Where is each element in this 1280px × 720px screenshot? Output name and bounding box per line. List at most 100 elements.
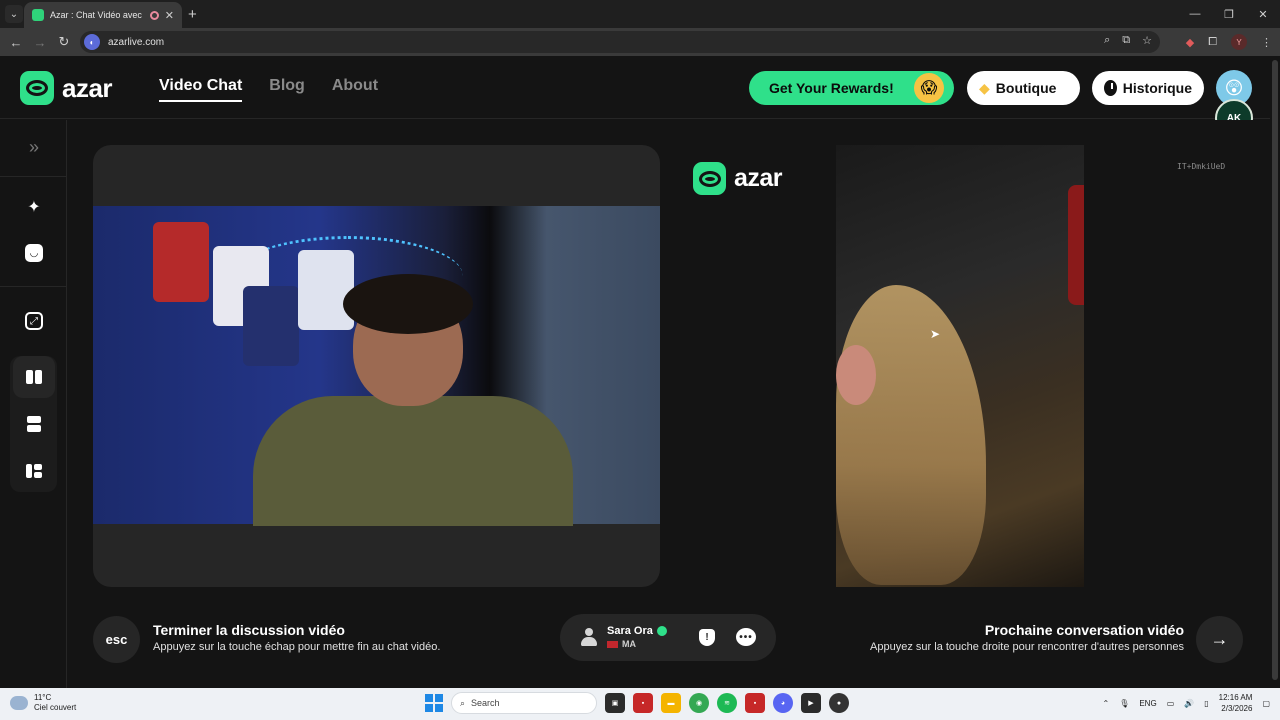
partner-headphone	[1068, 185, 1084, 305]
weather-condition: Ciel couvert	[34, 703, 77, 712]
person-body	[253, 396, 573, 526]
partner-country: MA	[607, 639, 636, 649]
microphone-icon[interactable]: 🎙	[1119, 699, 1129, 708]
browser-tab[interactable]: Azar : Chat Vidéo avec de n ✕	[24, 2, 182, 28]
shocked-face-icon: 😱	[914, 73, 944, 103]
terminal-icon[interactable]: ▶	[801, 693, 821, 713]
fullscreen-icon[interactable]: ⤢	[13, 300, 55, 342]
close-window-button[interactable]: ✕	[1246, 0, 1280, 28]
get-rewards-button[interactable]: Get Your Rewards! 😱	[749, 71, 954, 105]
task-view-icon[interactable]: ▣	[605, 693, 625, 713]
blue-jersey	[243, 286, 299, 366]
site-info-icon[interactable]: ◐	[84, 34, 100, 50]
taskbar-search[interactable]: ⌕ Search	[451, 692, 597, 714]
file-explorer-icon[interactable]: ▬	[661, 693, 681, 713]
historique-label: Historique	[1122, 80, 1192, 96]
partner-hair	[836, 285, 986, 585]
partner-id: IT+DmkiUeD	[1177, 162, 1226, 171]
restore-button[interactable]: ❐	[1212, 0, 1246, 28]
scrollbar-thumb[interactable]	[1272, 60, 1278, 680]
browser-menu-icon[interactable]: ⋮	[1261, 36, 1272, 49]
end-chat-title: Terminer la discussion vidéo	[153, 622, 345, 638]
omnibox-actions: ⌕ ⧉ ☆	[1104, 34, 1152, 47]
profile-avatar-icon[interactable]: Y	[1231, 34, 1247, 50]
discord-icon[interactable]: ◕	[773, 693, 793, 713]
next-chat-button[interactable]: →	[1196, 616, 1243, 663]
reload-icon[interactable]: ↻	[52, 34, 76, 50]
extensions-puzzle-icon[interactable]: ⧠	[1208, 36, 1217, 49]
app-icon[interactable]: ▪	[745, 693, 765, 713]
time: 12:16 AM	[1218, 693, 1253, 702]
azar-logo[interactable]: azar	[20, 71, 113, 105]
expand-icon[interactable]: »	[13, 126, 55, 168]
weather-widget[interactable]: 11°C Ciel couvert	[10, 693, 76, 713]
morocco-flag-icon	[607, 640, 618, 648]
rewards-label: Get Your Rewards!	[769, 80, 894, 96]
install-app-icon[interactable]: ⧉	[1122, 34, 1130, 47]
nav-about[interactable]: About	[332, 77, 378, 102]
end-chat-button[interactable]: esc	[93, 616, 140, 663]
chrome-icon[interactable]: ◉	[689, 693, 709, 713]
notifications-icon[interactable]: ▢	[1262, 699, 1270, 708]
windows-start-icon[interactable]	[425, 694, 443, 712]
tab-title: Azar : Chat Vidéo avec de n	[50, 10, 144, 20]
video-chat-area: azar IT+DmkiUeD ➤ esc Terminer la discus…	[67, 120, 1270, 688]
system-tray: ⌃ 🎙 ENG ▭ 🔊 ▯ 12:16 AM 2/3/2026 ▢	[1102, 692, 1270, 714]
historique-button[interactable]: Historique	[1092, 71, 1204, 105]
white-jersey	[298, 250, 354, 330]
magic-wand-icon[interactable]: ✦	[13, 186, 55, 228]
spotify-icon[interactable]: ≋	[717, 693, 737, 713]
boutique-button[interactable]: ◆ Boutique	[967, 71, 1080, 105]
country-code: MA	[622, 639, 636, 649]
page-scrollbar[interactable]	[1270, 56, 1280, 688]
nav-blog[interactable]: Blog	[269, 77, 305, 102]
taskbar-apps: ⌕ Search ▣ ▪ ▬ ◉ ≋ ▪ ◕ ▶ ●	[425, 692, 849, 714]
report-icon[interactable]: !	[699, 629, 715, 646]
browser-tab-bar: ⌄ Azar : Chat Vidéo avec de n ✕ + — ❐ ✕	[0, 0, 1280, 28]
logo-text: azar	[62, 72, 113, 103]
address-bar-row: ← → ↻ ◐ azarlive.com ⌕ ⧉ ☆ ◆ ⧠ Y ⋮	[0, 28, 1280, 56]
nav-video-chat[interactable]: Video Chat	[159, 77, 243, 102]
left-sidebar: » ✦ ◡ ⤢	[0, 120, 67, 688]
zoom-icon[interactable]: ⌕	[1104, 34, 1110, 47]
bookmark-star-icon[interactable]: ☆	[1142, 34, 1152, 47]
clock-icon	[1104, 80, 1117, 96]
partner-name[interactable]: Sara Ora	[607, 625, 667, 637]
verified-icon	[656, 626, 667, 637]
next-chat-title: Prochaine conversation vidéo	[984, 622, 1184, 638]
layout-stacked-icon[interactable]	[13, 403, 55, 445]
recording-indicator-icon	[149, 10, 159, 20]
omnibox[interactable]: ◐ azarlive.com ⌕ ⧉ ☆	[80, 31, 1160, 53]
face-filter-icon[interactable]: ◡	[13, 232, 55, 274]
arrow-right-icon: →	[1210, 629, 1229, 649]
obs-icon[interactable]: ●	[829, 693, 849, 713]
search-placeholder: Search	[471, 698, 500, 708]
layout-side-by-side-icon[interactable]	[13, 356, 55, 398]
date: 2/3/2026	[1221, 704, 1253, 713]
new-tab-button[interactable]: +	[188, 6, 197, 23]
tray-chevron-icon[interactable]: ⌃	[1102, 699, 1109, 708]
volume-icon[interactable]: 🔊	[1184, 699, 1194, 708]
forward-icon[interactable]: →	[28, 35, 52, 50]
taskbar-clock[interactable]: 12:16 AM 2/3/2026	[1219, 692, 1253, 714]
gem-icon: ◆	[979, 79, 990, 96]
network-icon[interactable]: ▭	[1167, 699, 1175, 708]
close-tab-icon[interactable]: ✕	[165, 9, 174, 22]
minimize-button[interactable]: —	[1178, 0, 1212, 28]
url-text[interactable]: azarlive.com	[108, 37, 164, 48]
back-icon[interactable]: ←	[4, 35, 28, 50]
language-indicator[interactable]: ENG	[1139, 699, 1156, 708]
main-nav: Video Chat Blog About	[159, 77, 378, 102]
battery-icon[interactable]: ▯	[1204, 699, 1208, 708]
window-controls: — ❐ ✕	[1178, 0, 1280, 28]
remote-azar-logo: azar	[693, 162, 783, 195]
app-icon[interactable]: ▪	[633, 693, 653, 713]
chat-bubble-icon[interactable]: •••	[736, 628, 756, 646]
temperature: 11°C	[34, 693, 52, 702]
tab-search-menu-icon[interactable]: ⌄	[5, 5, 23, 23]
extension-icon[interactable]: ◆	[1186, 36, 1194, 49]
boutique-label: Boutique	[995, 80, 1057, 96]
layout-grid-icon[interactable]	[13, 450, 55, 492]
end-chat-description: Appuyez sur la touche échap pour mettre …	[153, 641, 441, 653]
remote-logo-text: azar	[734, 164, 783, 192]
